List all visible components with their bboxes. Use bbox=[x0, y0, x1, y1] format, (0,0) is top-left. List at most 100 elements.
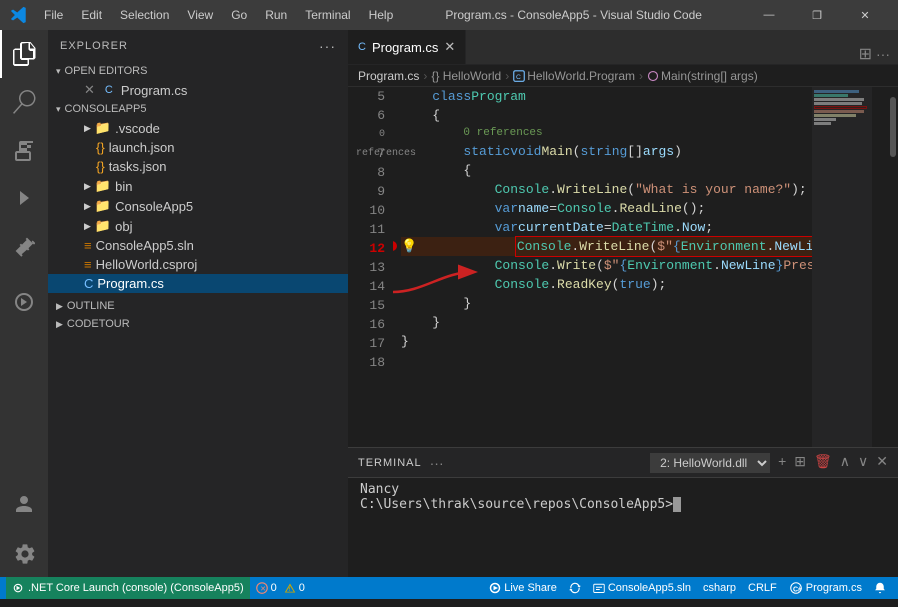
menu-file[interactable]: File bbox=[36, 6, 71, 24]
menu-help[interactable]: Help bbox=[361, 6, 402, 24]
sln-file-label: ConsoleApp5.sln bbox=[96, 238, 194, 253]
activity-extensions[interactable] bbox=[0, 222, 48, 270]
code-line-16: } bbox=[401, 313, 818, 332]
menu-selection[interactable]: Selection bbox=[112, 6, 177, 24]
terminal-trash-button[interactable]: 🗑 bbox=[814, 453, 832, 473]
close-button[interactable]: ✕ bbox=[842, 0, 888, 30]
obj-folder[interactable]: ▶ 📁 obj bbox=[48, 216, 348, 236]
terminal-close-button[interactable]: ✕ bbox=[876, 453, 888, 473]
menu-edit[interactable]: Edit bbox=[73, 6, 110, 24]
vscode-folder[interactable]: ▶ 📁 .vscode bbox=[48, 118, 348, 138]
code-editor[interactable]: 5 6 0 references 7 8 9 10 11 12 13 14 15… bbox=[348, 87, 898, 447]
codetour-chevron: ▶ bbox=[56, 319, 63, 330]
menu-view[interactable]: View bbox=[179, 6, 221, 24]
more-actions-button[interactable]: ··· bbox=[876, 46, 890, 62]
explorer-label: EXPLORER bbox=[60, 40, 128, 52]
sidebar: EXPLORER ··· ▾ OPEN EDITORS ✕ C Program.… bbox=[48, 30, 348, 577]
statusbar: .NET Core Launch (console) (ConsoleApp5)… bbox=[0, 577, 898, 599]
terminal-collapse-button[interactable]: ∧ bbox=[840, 453, 850, 473]
terminal-add-button[interactable]: + bbox=[778, 453, 786, 473]
statusbar-language-label: csharp bbox=[703, 582, 736, 594]
outline-label: OUTLINE bbox=[67, 300, 115, 312]
json-icon: {} bbox=[96, 140, 105, 155]
activity-settings[interactable] bbox=[0, 529, 48, 577]
bin-folder[interactable]: ▶ 📁 bin bbox=[48, 176, 348, 196]
chevron-right-icon: ▶ bbox=[84, 123, 91, 134]
menu-terminal[interactable]: Terminal bbox=[297, 6, 358, 24]
sidebar-more-button[interactable]: ··· bbox=[319, 38, 336, 54]
statusbar-notifications[interactable] bbox=[868, 577, 892, 599]
breadcrumb-namespace[interactable]: {} HelloWorld bbox=[431, 69, 501, 83]
open-editors-section[interactable]: ▾ OPEN EDITORS bbox=[48, 62, 348, 80]
bin-chevron: ▶ bbox=[84, 181, 91, 192]
tab-program-cs[interactable]: C Program.cs ✕ bbox=[348, 30, 466, 64]
editor-scrollbar[interactable] bbox=[886, 87, 898, 447]
activity-search[interactable] bbox=[0, 78, 48, 126]
sidebar-scroll[interactable]: ▾ OPEN EDITORS ✕ C Program.cs ▾ CONSOLEA… bbox=[48, 62, 348, 577]
menu-run[interactable]: Run bbox=[257, 6, 295, 24]
editor-scrollbar-thumb[interactable] bbox=[890, 97, 896, 157]
breadcrumb-class[interactable]: CHelloWorld.Program bbox=[513, 69, 635, 83]
statusbar-solution[interactable]: ConsoleApp5.sln bbox=[587, 577, 697, 599]
code-content[interactable]: class Program { 0 references static void… bbox=[393, 87, 826, 447]
activity-run-debug[interactable] bbox=[0, 174, 48, 222]
code-line-12: 💡 Console.WriteLine($"{Environment.NewLi… bbox=[401, 237, 818, 256]
json-icon2: {} bbox=[96, 159, 105, 174]
activity-bar bbox=[0, 30, 48, 577]
code-line-9: Console.WriteLine("What is your name?"); bbox=[401, 180, 818, 199]
terminal-body[interactable]: Nancy C:\Users\thrak\source\repos\Consol… bbox=[348, 478, 898, 577]
statusbar-encoding[interactable]: CRLF bbox=[742, 577, 783, 599]
activity-explorer[interactable] bbox=[0, 30, 48, 78]
maximize-button[interactable]: ❐ bbox=[794, 0, 840, 30]
menu-go[interactable]: Go bbox=[223, 6, 255, 24]
close-icon[interactable]: ✕ bbox=[84, 82, 95, 98]
minimize-button[interactable]: — bbox=[746, 0, 792, 30]
statusbar-liveshare[interactable]: Live Share bbox=[483, 577, 563, 599]
terminal-expand-button[interactable]: ∨ bbox=[858, 453, 868, 473]
activity-source-control[interactable] bbox=[0, 126, 48, 174]
code-line-15: } bbox=[401, 294, 818, 313]
terminal-more-button[interactable]: ··· bbox=[430, 455, 444, 471]
folder-icon: 📁 bbox=[95, 120, 111, 136]
activity-remote-explorer[interactable] bbox=[0, 278, 48, 326]
launch-json[interactable]: {} launch.json bbox=[48, 138, 348, 157]
lightbulb-icon[interactable]: 💡 bbox=[401, 237, 417, 256]
outline-section[interactable]: ▶ OUTLINE bbox=[48, 297, 348, 315]
window-controls: — ❐ ✕ bbox=[746, 0, 888, 30]
project-chevron: ▾ bbox=[56, 104, 61, 115]
code-line-18 bbox=[401, 351, 818, 370]
statusbar-errors[interactable]: ✕ 0 0 bbox=[250, 577, 311, 599]
terminal-tab[interactable]: TERMINAL bbox=[358, 457, 422, 469]
code-line-13: Console.Write($"{Environment.NewLine}Pre… bbox=[401, 256, 818, 275]
breakpoint-dot[interactable] bbox=[393, 241, 397, 251]
terminal-instance-select[interactable]: 2: HelloWorld.dll bbox=[650, 453, 770, 473]
sln-file[interactable]: ≡ ConsoleApp5.sln bbox=[48, 236, 348, 255]
tasks-json[interactable]: {} tasks.json bbox=[48, 157, 348, 176]
csproj-file[interactable]: ≡ HelloWorld.csproj bbox=[48, 255, 348, 274]
project-section[interactable]: ▾ CONSOLEAPP5 bbox=[48, 100, 348, 118]
references-hint: 0 references bbox=[401, 125, 818, 142]
tab-close-button[interactable]: ✕ bbox=[444, 39, 455, 55]
statusbar-debug-label: .NET Core Launch (console) (ConsoleApp5) bbox=[28, 582, 244, 594]
statusbar-debug[interactable]: .NET Core Launch (console) (ConsoleApp5) bbox=[6, 577, 250, 599]
split-editor-button[interactable]: ⊞ bbox=[859, 44, 872, 64]
obj-folder-label: obj bbox=[115, 219, 132, 234]
codetour-section[interactable]: ▶ CODETOUR bbox=[48, 315, 348, 333]
breadcrumb-file[interactable]: Program.cs bbox=[358, 69, 419, 83]
svg-text:✕: ✕ bbox=[260, 586, 266, 593]
tasks-json-label: tasks.json bbox=[109, 159, 167, 174]
statusbar-sync[interactable] bbox=[563, 577, 587, 599]
program-cs-file[interactable]: C Program.cs bbox=[48, 274, 348, 293]
terminal-split-button[interactable]: ⊞ bbox=[794, 453, 806, 473]
statusbar-cs-icon[interactable]: C# Program.cs bbox=[783, 577, 868, 599]
open-editor-program-cs[interactable]: ✕ C Program.cs bbox=[48, 80, 348, 100]
statusbar-language[interactable]: csharp bbox=[697, 577, 742, 599]
statusbar-liveshare-label: Live Share bbox=[504, 582, 557, 594]
breadcrumb-sep2: › bbox=[505, 69, 509, 83]
breadcrumb-method[interactable]: Main(string[] args) bbox=[647, 69, 758, 83]
activity-accounts[interactable] bbox=[0, 481, 48, 529]
consoleapp5-folder[interactable]: ▶ 📁 ConsoleApp5 bbox=[48, 196, 348, 216]
breadcrumb-sep3: › bbox=[639, 69, 643, 83]
breadcrumb: Program.cs › {} HelloWorld › CHelloWorld… bbox=[348, 65, 898, 87]
code-line-7: static void Main(string[] args) bbox=[401, 142, 818, 161]
